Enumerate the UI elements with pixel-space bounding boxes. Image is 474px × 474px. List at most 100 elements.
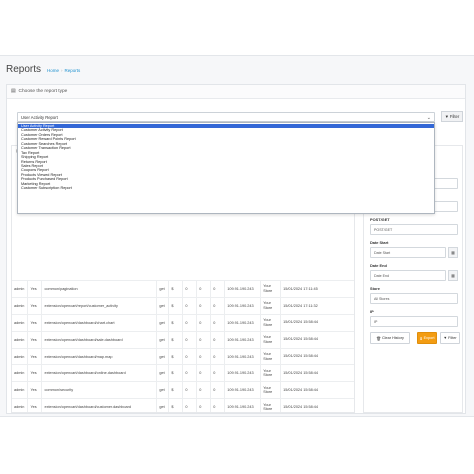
- table-cell: 15/01/2024 15:58:44: [280, 347, 354, 365]
- table-cell: Yes: [27, 398, 43, 412]
- breadcrumb-reports[interactable]: Reports: [65, 68, 81, 73]
- table-cell: 0: [196, 280, 212, 298]
- table-cell: $: [168, 398, 184, 412]
- table-cell: 0: [196, 296, 212, 315]
- table-cell: 0: [196, 398, 212, 412]
- page-title: Reports: [6, 64, 42, 75]
- table-cell: admin: [12, 347, 29, 365]
- table-cell: Yes: [27, 313, 43, 332]
- table-cell: 109.91.190.243: [224, 381, 262, 399]
- report-type-dropdown: User Activity Report Customer Activity R…: [17, 122, 435, 214]
- table-cell: 109.91.190.243: [224, 280, 262, 298]
- activity-table: admin Yes common/pagination get $0 0 0 109.91.1…: [12, 280, 354, 412]
- table-cell: get: [156, 381, 170, 399]
- table-cell: Yes: [27, 381, 43, 399]
- table-cell: admin: [12, 364, 29, 382]
- table-cell: Your Store: [260, 280, 282, 298]
- card-heading: ▤ Choose the report type: [7, 85, 465, 99]
- trash-icon: 🗑: [376, 336, 381, 341]
- table-cell: 0: [196, 364, 212, 382]
- download-icon: ⬇: [419, 336, 423, 341]
- table-cell: 15/01/2024 15:58:44: [280, 381, 354, 399]
- funnel-icon: ▼: [444, 114, 449, 119]
- report-card: ▤ Choose the report type User Activity R…: [6, 84, 466, 414]
- calendar-icon[interactable]: ▦: [448, 270, 458, 281]
- funnel-icon: ▼: [443, 336, 448, 340]
- table-cell: 109.91.190.243: [224, 296, 262, 315]
- table-cell: 0: [182, 296, 198, 315]
- table-cell: admin: [12, 381, 29, 399]
- table-cell: 0: [182, 347, 198, 365]
- table-cell: 0: [210, 381, 226, 399]
- date-end-input[interactable]: Date End: [370, 270, 446, 281]
- breadcrumb: Home › Reports: [47, 68, 81, 73]
- table-cell: $: [168, 280, 184, 298]
- table-cell: extension/opencart/dashboard/map.map: [41, 347, 158, 365]
- table-cell: admin: [12, 398, 29, 412]
- breadcrumb-home[interactable]: Home: [47, 68, 59, 73]
- table-cell: Your Store: [260, 330, 282, 349]
- date-start-input[interactable]: Date Start: [370, 247, 446, 258]
- date-end-label: Date End: [370, 263, 387, 268]
- post-get-label: POST/GET: [370, 217, 390, 222]
- table-row: admin Yes extension/opencart/dashboard/cus…: [12, 398, 354, 412]
- clear-history-button[interactable]: 🗑 Clear History: [370, 332, 410, 344]
- table-cell: Yes: [27, 347, 43, 365]
- table-cell: 0: [182, 313, 198, 332]
- table-cell: Yes: [27, 364, 43, 382]
- table-cell: 15/01/2024 15:58:44: [280, 398, 354, 412]
- table-cell: $: [168, 330, 184, 349]
- table-cell: get: [156, 398, 170, 412]
- table-cell: Your Store: [260, 313, 282, 332]
- table-cell: get: [156, 313, 170, 332]
- table-cell: 0: [182, 398, 198, 412]
- table-cell: extension/opencart/dashboard/sale.dashbo…: [41, 330, 158, 349]
- filter-button[interactable]: ▼ Filter: [441, 111, 463, 122]
- table-cell: Your Store: [260, 398, 282, 412]
- table-cell: $: [168, 381, 184, 399]
- export-button[interactable]: ⬇ Export: [417, 332, 437, 344]
- table-cell: extension/opencart/dashboard/customer.da…: [41, 398, 158, 412]
- table-cell: 0: [210, 347, 226, 365]
- table-row: admin Yes common/pagination get $0 0 0 109.91.1…: [12, 280, 354, 298]
- table-cell: $: [168, 313, 184, 332]
- table-row: admin Yes extension/opencart/dashboard/map…: [12, 347, 354, 365]
- table-cell: 0: [210, 296, 226, 315]
- table-cell: 15/01/2024 15:58:44: [280, 364, 354, 382]
- calendar-icon[interactable]: ▦: [448, 247, 458, 258]
- table-row: admin Yes extension/opencart/dashboard/onl…: [12, 364, 354, 382]
- table-cell: Yes: [27, 296, 43, 315]
- table-cell: Your Store: [260, 296, 282, 315]
- table-cell: 15/01/2024 15:58:44: [280, 313, 354, 332]
- table-cell: 0: [196, 330, 212, 349]
- table-row: admin Yes extension/opencart/dashboard/cha…: [12, 313, 354, 332]
- ip-label: IP: [370, 309, 374, 314]
- report-type-select[interactable]: User Activity Report ⌄: [17, 112, 435, 122]
- table-cell: 0: [182, 364, 198, 382]
- table-cell: Your Store: [260, 364, 282, 382]
- post-get-input[interactable]: POST/GET: [370, 224, 458, 235]
- table-cell: admin: [12, 330, 29, 349]
- table-cell: 15/01/2024 15:58:44: [280, 330, 354, 349]
- date-start-label: Date Start: [370, 240, 389, 245]
- table-cell: 0: [210, 280, 226, 298]
- table-cell: admin: [12, 280, 29, 298]
- table-cell: 109.91.190.243: [224, 347, 262, 365]
- dropdown-option[interactable]: Customer Subscription Report: [18, 186, 434, 190]
- table-cell: common/security: [41, 381, 158, 399]
- table-cell: 0: [210, 313, 226, 332]
- table-cell: 0: [210, 398, 226, 412]
- table-cell: 0: [196, 313, 212, 332]
- table-cell: 0: [182, 330, 198, 349]
- table-cell: Your Store: [260, 347, 282, 365]
- ip-input[interactable]: IP: [370, 316, 458, 327]
- table-cell: get: [156, 280, 170, 298]
- table-cell: 0: [182, 381, 198, 399]
- chevron-down-icon: ⌄: [426, 115, 431, 121]
- apply-filter-button[interactable]: ▼ Filter: [440, 332, 460, 344]
- table-cell: Yes: [27, 280, 43, 298]
- table-cell: 109.91.190.243: [224, 313, 262, 332]
- table-cell: admin: [12, 296, 29, 315]
- table-cell: 0: [196, 347, 212, 365]
- store-select[interactable]: All Stores: [370, 293, 458, 304]
